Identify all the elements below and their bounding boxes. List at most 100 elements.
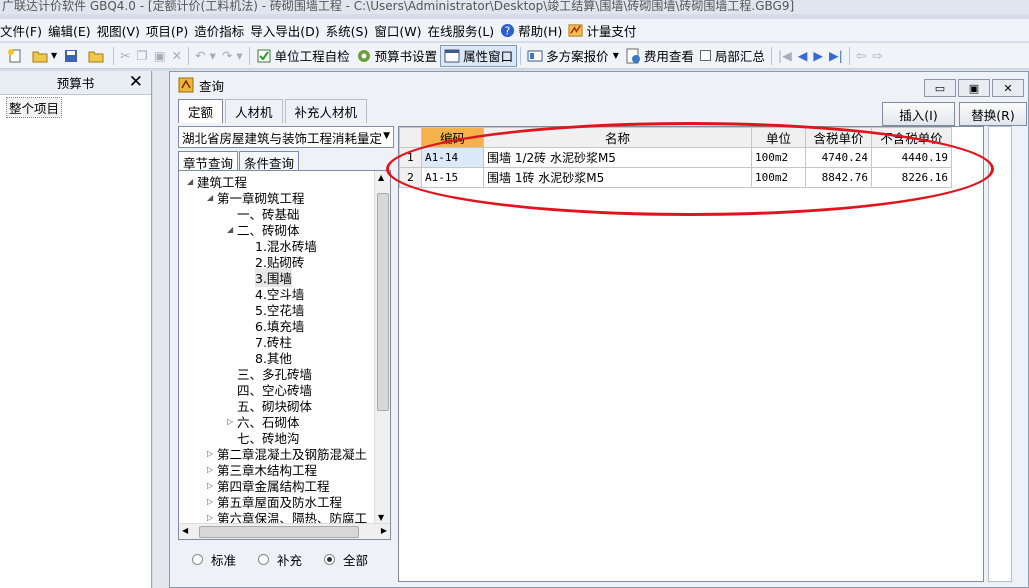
partial-summary-checkbox[interactable] [699, 50, 711, 61]
expanded-icon[interactable]: ◢ [227, 225, 237, 234]
expanded-icon[interactable]: ◢ [207, 193, 217, 202]
toolbar-separator [770, 46, 772, 65]
menu-import-export[interactable]: 导入导出(D) [250, 21, 325, 40]
redo-button[interactable]: ↷ ▾ [219, 45, 246, 67]
collapsed-icon[interactable]: ▷ [227, 417, 237, 426]
menu-cost-index[interactable]: 造价指标 [194, 21, 250, 40]
menu-edit[interactable]: 编辑(E) [48, 21, 97, 40]
project-tree-root[interactable]: 整个项目 [6, 97, 63, 118]
radio-supplement[interactable]: 补充 [258, 550, 302, 569]
collapsed-icon[interactable]: ▷ [207, 513, 217, 522]
quota-library-select[interactable]: 湖北省房屋建筑与装饰工程消耗量定 ▼ [178, 126, 394, 148]
replace-button[interactable]: 替换(R) [959, 102, 1027, 126]
unit-cell[interactable]: 100m2 [751, 147, 806, 168]
table-row[interactable]: 1 A1-14 围墙 1/2砖 水泥砂浆M5 100m2 4740.24 444… [399, 147, 952, 168]
close-icon[interactable]: ✕ [129, 72, 143, 92]
radio-standard[interactable]: 标准 [192, 550, 236, 569]
paste-button[interactable]: ▣ [151, 45, 169, 67]
collapsed-icon[interactable]: ▷ [207, 465, 217, 474]
folder-button[interactable] [85, 45, 110, 67]
table-header-row: 编码 名称 单位 含税单价 不含税单价 [399, 127, 952, 148]
notax-price-cell[interactable]: 8226.16 [871, 167, 952, 188]
property-window-label: 属性窗口 [463, 49, 514, 64]
new-button[interactable] [4, 45, 29, 67]
partial-summary-toggle[interactable]: 局部汇总 [697, 45, 768, 67]
code-cell[interactable]: A1-15 [421, 167, 484, 188]
code-cell[interactable]: A1-14 [421, 147, 484, 168]
tree-horizontal-scrollbar[interactable]: ◀ ▶ [179, 523, 390, 539]
first-button[interactable]: |◀ [775, 45, 795, 67]
unit-cell[interactable]: 100m2 [751, 167, 806, 188]
scroll-down-icon[interactable]: ▼ [378, 513, 384, 522]
budget-settings-button[interactable]: 预算书设置 [353, 45, 441, 67]
name-cell[interactable]: 围墙 1砖 水泥砂浆M5 [483, 167, 752, 188]
radio-circle-selected [324, 554, 336, 565]
multi-quote-button[interactable]: 多方案报价 ▼ [524, 45, 622, 67]
delete-button[interactable]: ✕ [169, 45, 185, 67]
fee-view-button[interactable]: 费用查看 [622, 45, 697, 67]
fee-icon [626, 48, 640, 63]
tree-vertical-scrollbar[interactable]: ▲ ▼ [374, 171, 390, 524]
menu-project[interactable]: 项目(P) [146, 21, 194, 40]
window-icon [444, 49, 460, 62]
unit-header[interactable]: 单位 [751, 127, 806, 148]
menu-payment[interactable]: 计量支付 [568, 21, 642, 40]
self-check-button[interactable]: 单位工程自检 [253, 45, 353, 67]
collapsed-icon[interactable]: ▷ [207, 481, 217, 490]
scroll-up-icon[interactable]: ▲ [378, 173, 384, 182]
scroll-thumb[interactable] [377, 193, 389, 411]
undo-button[interactable]: ↶ ▾ [192, 45, 219, 67]
help-icon: ? [501, 23, 515, 37]
next-button[interactable]: ▶ [810, 45, 826, 67]
save-button[interactable] [60, 45, 85, 67]
scroll-right-icon[interactable]: ▶ [381, 526, 387, 535]
insert-button[interactable]: 插入(I) [882, 102, 955, 126]
table-row[interactable]: 2 A1-15 围墙 1砖 水泥砂浆M5 100m2 8842.76 8226.… [399, 167, 952, 188]
menu-help-label: 帮助(H) [518, 23, 563, 39]
tab-quota[interactable]: 定额 [178, 99, 224, 123]
query-dialog: 查询 ▭ ▣ ✕ 定额 人材机 补充人材机 插入(I) 替换(R) 湖北省房屋建… [169, 71, 1029, 588]
back-arrow-icon: ⇦ [855, 48, 867, 63]
tab-supplementary-lmm[interactable]: 补充人材机 [284, 99, 368, 123]
radio-all[interactable]: 全部 [324, 550, 368, 569]
menu-system[interactable]: 系统(S) [326, 21, 375, 40]
code-header[interactable]: 编码 [421, 127, 484, 148]
forward-button[interactable]: ⇨ [869, 45, 885, 67]
side-panel-strip [988, 126, 1012, 582]
menu-view[interactable]: 视图(V) [97, 21, 146, 40]
minimize-button[interactable]: ▭ [924, 79, 956, 97]
scroll-left-icon[interactable]: ◀ [182, 526, 188, 535]
collapsed-icon[interactable]: ▷ [207, 449, 217, 458]
name-cell[interactable]: 围墙 1/2砖 水泥砂浆M5 [483, 147, 752, 168]
menu-window[interactable]: 窗口(W) [374, 21, 427, 40]
menu-help[interactable]: ? 帮助(H) [500, 21, 568, 40]
expanded-icon[interactable]: ◢ [187, 177, 197, 186]
menu-file[interactable]: 文件(F) [0, 21, 48, 40]
property-window-button[interactable]: 属性窗口 [440, 44, 518, 67]
checklist-icon [257, 49, 271, 62]
maximize-button[interactable]: ▣ [958, 79, 990, 97]
splitter[interactable] [153, 71, 169, 588]
name-header[interactable]: 名称 [483, 127, 752, 148]
open-button[interactable]: ▼ [29, 45, 60, 67]
close-button[interactable]: ✕ [992, 79, 1024, 97]
menu-online-service[interactable]: 在线服务(L) [427, 21, 500, 40]
radio-standard-label: 标准 [211, 553, 237, 568]
quota-library-value: 湖北省房屋建筑与装饰工程消耗量定 [182, 130, 383, 146]
tax-price-cell[interactable]: 4740.24 [805, 147, 872, 168]
notax-price-cell[interactable]: 4440.19 [871, 147, 952, 168]
toolbar-separator [248, 46, 250, 65]
tab-labor-material-machine[interactable]: 人材机 [225, 99, 283, 123]
scroll-thumb-horizontal[interactable] [199, 526, 359, 538]
prev-button[interactable]: ◀ [795, 45, 811, 67]
copy-button[interactable]: ❐ [134, 45, 151, 67]
tax-price-cell[interactable]: 8842.76 [805, 167, 872, 188]
folder-icon [88, 51, 104, 62]
dialog-title: 查询 [199, 78, 225, 94]
cut-button[interactable]: ✂ [117, 45, 133, 67]
notax-price-header[interactable]: 不含税单价 [871, 127, 952, 148]
collapsed-icon[interactable]: ▷ [207, 497, 217, 506]
tax-price-header[interactable]: 含税单价 [805, 127, 872, 148]
last-button[interactable]: ▶| [826, 45, 846, 67]
back-button[interactable]: ⇦ [853, 45, 869, 67]
